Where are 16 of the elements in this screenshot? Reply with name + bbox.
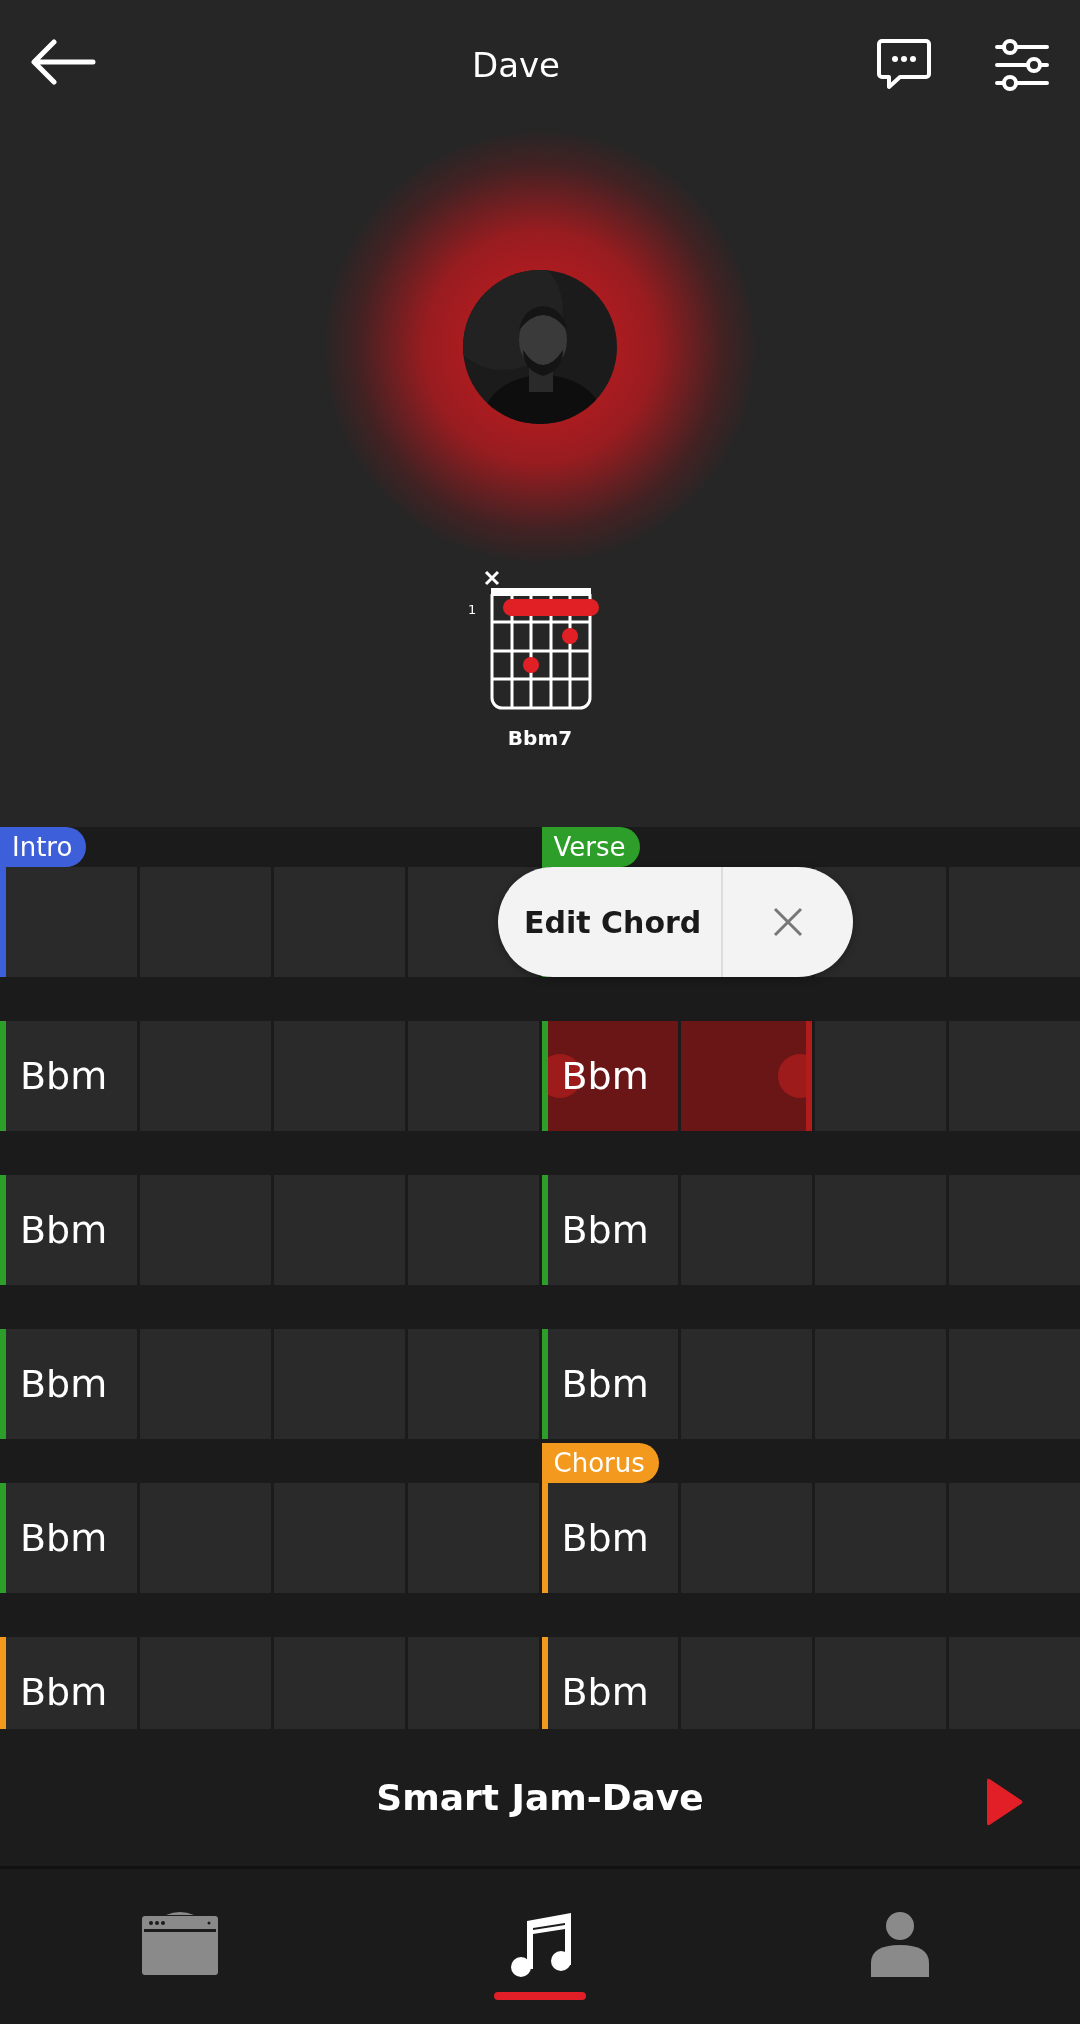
chord-cell[interactable]: Bbm xyxy=(547,1637,679,1729)
chord-cell[interactable]: Bbm xyxy=(6,1483,137,1593)
section-tag[interactable]: Intro xyxy=(0,827,87,867)
page-title: Dave xyxy=(470,45,562,85)
song-title: Smart Jam-Dave xyxy=(376,1777,704,1818)
chord-cell[interactable]: Bbm xyxy=(6,1021,137,1131)
chord-cell[interactable]: Bbm xyxy=(547,1329,679,1439)
fret-number: 1 xyxy=(468,602,477,617)
chord-cell[interactable]: Bbm xyxy=(6,1175,137,1285)
chord-name: Bbm7 xyxy=(507,726,573,750)
chord-cell[interactable]: Bbm xyxy=(547,1021,679,1131)
chord-cell[interactable]: Bbm xyxy=(547,1175,679,1285)
edit-chord-button[interactable]: Edit Chord xyxy=(498,867,724,977)
chord-cell[interactable]: Bbm xyxy=(6,1637,137,1729)
chord-cell[interactable]: Bbm xyxy=(547,1483,679,1593)
chord-cell[interactable]: Bbm xyxy=(6,1329,137,1439)
